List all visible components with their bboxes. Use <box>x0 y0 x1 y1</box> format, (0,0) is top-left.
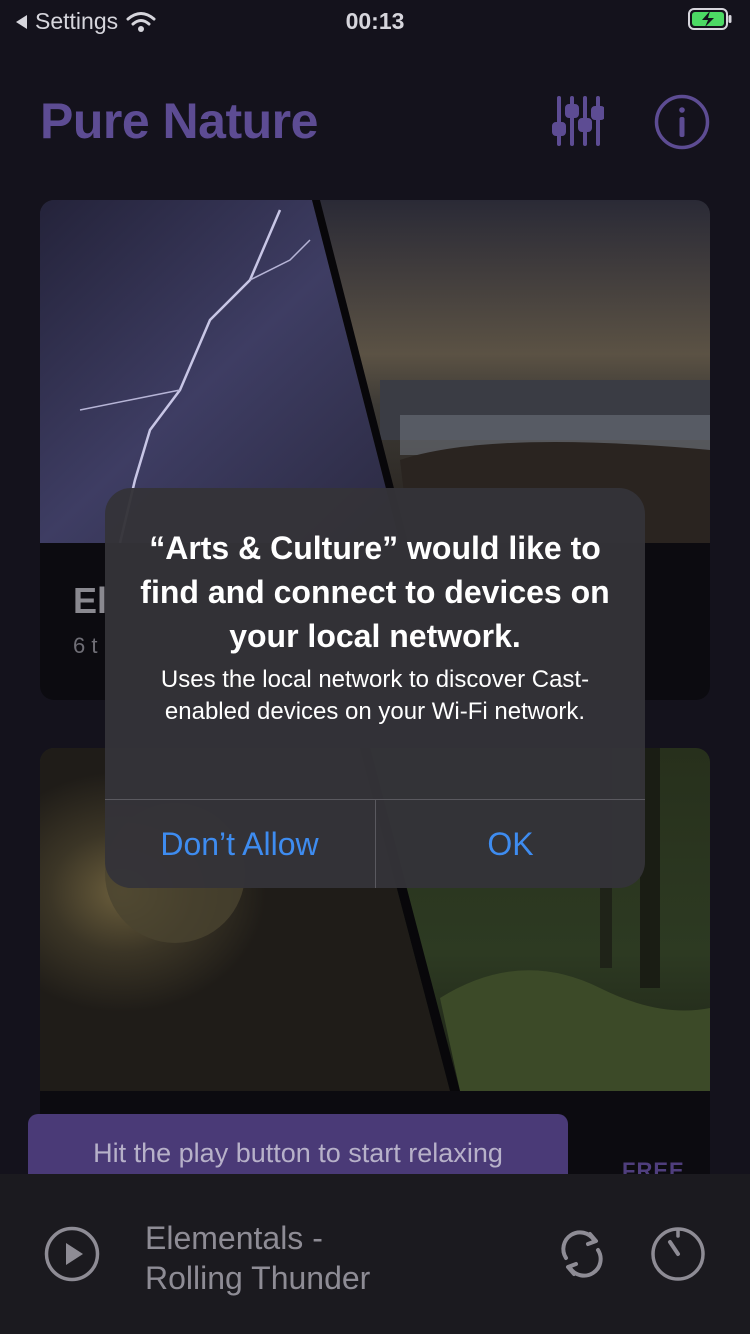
mini-player: Elementals - Rolling Thunder <box>0 1174 750 1334</box>
status-bar: Settings 00:13 <box>0 0 750 40</box>
track-title-line2: Rolling Thunder <box>145 1260 371 1296</box>
alert-message: Uses the local network to discover Cast-… <box>160 666 590 725</box>
play-icon[interactable] <box>44 1226 100 1282</box>
mixer-sliders-icon[interactable] <box>552 94 604 148</box>
repeat-icon[interactable] <box>556 1228 608 1280</box>
ok-button[interactable]: OK <box>376 800 645 888</box>
app-title: Pure Nature <box>40 93 318 149</box>
app-header: Pure Nature <box>40 90 710 160</box>
now-playing-title: Elementals - Rolling Thunder <box>145 1218 370 1298</box>
clock: 00:13 <box>345 8 405 34</box>
track-title-line1: Elementals - <box>145 1220 323 1256</box>
battery-charging-icon <box>688 8 732 30</box>
tooltip-text: Hit the play button to start relaxing <box>93 1138 503 1168</box>
card-subtitle: 6 t <box>73 633 98 658</box>
local-network-permission-alert: “Arts & Culture” would like to find and … <box>105 488 645 888</box>
dont-allow-button[interactable]: Don’t Allow <box>105 800 374 888</box>
info-icon[interactable] <box>654 94 710 150</box>
sleep-timer-icon[interactable] <box>650 1226 706 1282</box>
alert-title: “Arts & Culture” would like to find and … <box>140 530 610 654</box>
card-title: El <box>73 580 108 621</box>
